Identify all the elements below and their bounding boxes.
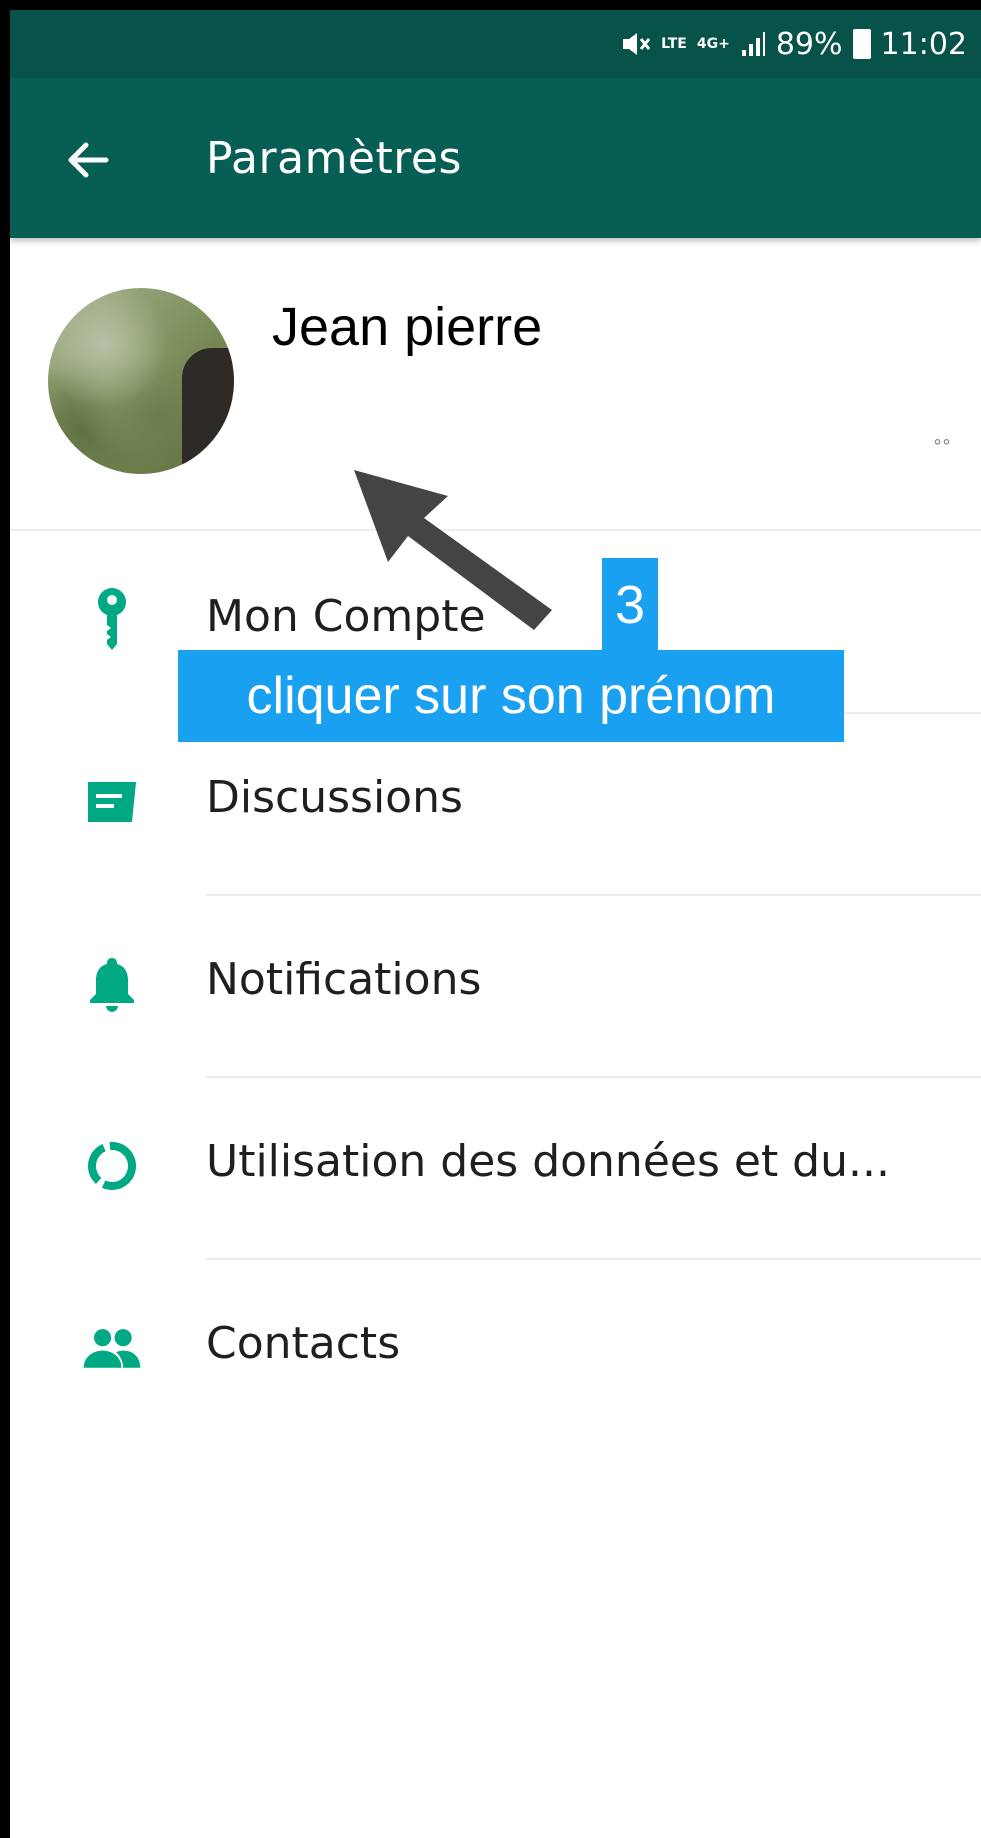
- menu-label-discussions: Discussions: [206, 772, 463, 823]
- chat-icon: [82, 772, 142, 832]
- signal-icon: [740, 30, 766, 58]
- app-bar: Paramètres: [10, 78, 981, 238]
- network-lte-label: LTE: [661, 36, 687, 52]
- step-badge: 3: [602, 558, 658, 652]
- status-bar: LTE 4G+ 89% 11:02: [10, 10, 981, 78]
- back-arrow-icon[interactable]: [62, 135, 112, 185]
- mute-icon: [621, 31, 651, 57]
- data-usage-icon: [82, 1136, 142, 1196]
- menu-label-data-usage: Utilisation des données et du...: [206, 1136, 890, 1187]
- clock: 11:02: [880, 26, 967, 62]
- battery-percent: 89%: [775, 26, 843, 62]
- phone-screen: LTE 4G+ 89% 11:02 Paramètres Jean pierre…: [10, 10, 981, 1838]
- profile-header[interactable]: Jean pierre °°: [10, 238, 981, 531]
- key-icon: [82, 588, 142, 650]
- instruction-label: cliquer sur son prénom: [178, 650, 844, 742]
- profile-name[interactable]: Jean pierre: [272, 296, 542, 358]
- contacts-icon: [82, 1318, 142, 1378]
- page-title: Paramètres: [206, 133, 462, 184]
- profile-status: °°: [933, 436, 951, 457]
- menu-label-notifications: Notifications: [206, 954, 482, 1005]
- menu-item-notifications[interactable]: Notifications: [10, 896, 981, 1077]
- battery-icon: [852, 29, 871, 59]
- menu-item-data-usage[interactable]: Utilisation des données et du...: [10, 1078, 981, 1259]
- menu-label-contacts: Contacts: [206, 1318, 401, 1369]
- avatar[interactable]: [48, 288, 234, 474]
- avatar-figure: [182, 348, 234, 474]
- bell-icon: [82, 954, 142, 1014]
- menu-label-account: Mon Compte: [206, 591, 486, 642]
- menu-item-contacts[interactable]: Contacts: [10, 1260, 981, 1441]
- network-4g-label: 4G+: [696, 36, 730, 52]
